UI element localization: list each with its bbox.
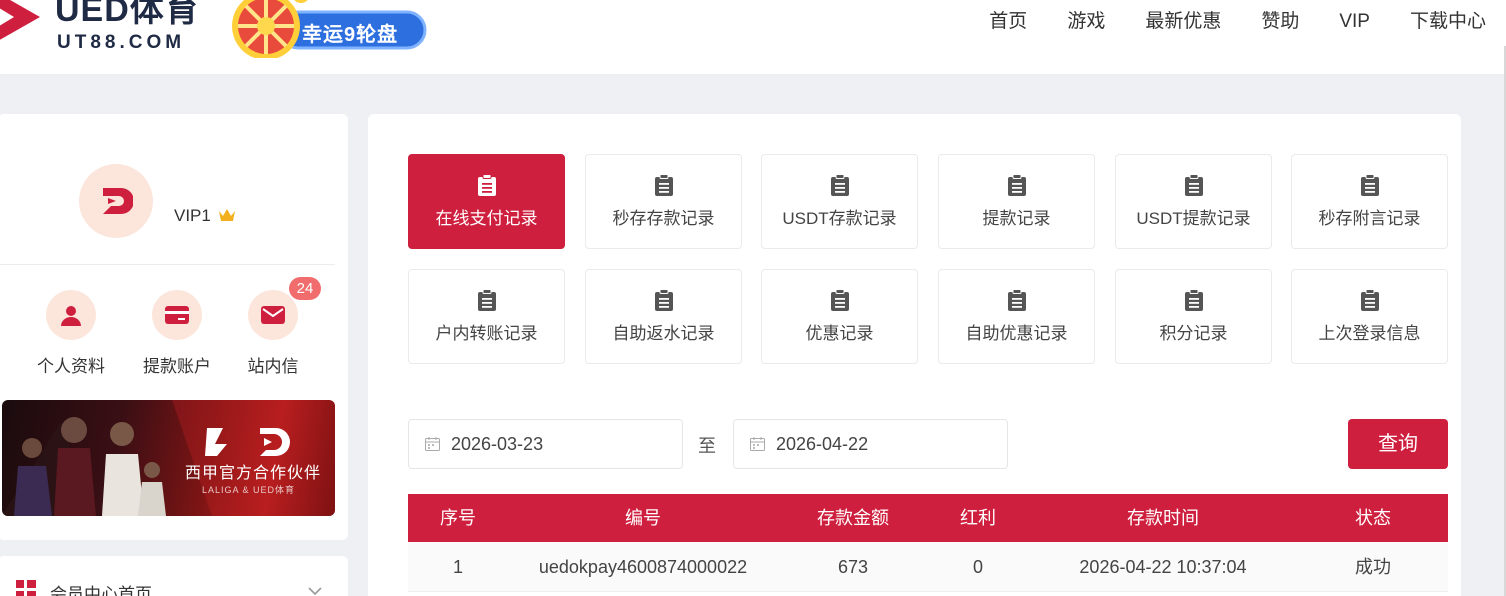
tab-online-payment[interactable]: 在线支付记录: [408, 154, 565, 249]
tab-usdt-deposit[interactable]: USDT存款记录: [761, 154, 918, 249]
nav-item-promotions[interactable]: 最新优惠: [1125, 0, 1241, 44]
cell-bonus: 0: [972, 557, 983, 577]
laliga-sponsor-banner[interactable]: 西甲官方合作伙伴 LALIGA & UED体育: [2, 400, 335, 516]
brand-avatar-icon: [103, 188, 133, 214]
clipboard-icon: [1360, 174, 1379, 196]
tab-internal-transfer[interactable]: 户内转账记录: [408, 269, 565, 364]
tab-label: 秒存存款记录: [612, 209, 715, 228]
nav-item-home[interactable]: 首页: [969, 0, 1047, 44]
tab-label: 户内转账记录: [435, 324, 538, 343]
tab-label: 优惠记录: [805, 324, 874, 343]
tab-self-rebate[interactable]: 自助返水记录: [585, 269, 742, 364]
query-button[interactable]: 查询: [1348, 419, 1448, 469]
cell-status: 成功: [1355, 557, 1391, 577]
tab-withdrawal[interactable]: 提款记录: [938, 154, 1095, 249]
nav-item-vip[interactable]: VIP: [1319, 0, 1390, 44]
top-header: UED体育 UT88.COM 幸运9轮盘 首页 游戏 最新优惠 赞助 VIP 下…: [0, 0, 1506, 74]
tab-label: USDT存款记录: [782, 209, 897, 228]
quick-link-label: 个人资料: [37, 357, 105, 376]
clipboard-icon: [1007, 174, 1026, 196]
tab-label: 自助返水记录: [612, 324, 715, 343]
cell-order-id: uedokpay4600874000022: [538, 557, 748, 577]
quick-link-messages[interactable]: 站内信: [228, 290, 318, 377]
avatar[interactable]: [79, 164, 153, 238]
nav-item-sponsorship[interactable]: 赞助: [1241, 0, 1319, 44]
brand-logo-icon[interactable]: [0, 0, 40, 50]
member-menu: 会员中心首页: [0, 556, 348, 596]
column-header-bonus: 红利: [960, 508, 996, 528]
clipboard-icon: [830, 289, 849, 311]
clipboard-icon: [1360, 289, 1379, 311]
tab-self-promotion[interactable]: 自助优惠记录: [938, 269, 1095, 364]
tab-label: 积分记录: [1159, 324, 1228, 343]
clipboard-icon: [654, 289, 673, 311]
clipboard-icon: [1184, 289, 1203, 311]
tab-label: 提款记录: [982, 209, 1051, 228]
message-count-badge: 24: [289, 277, 321, 300]
chevron-down-icon[interactable]: [308, 587, 322, 596]
tab-last-login[interactable]: 上次登录信息: [1291, 269, 1448, 364]
quick-link-withdraw-account[interactable]: 提款账户: [132, 290, 222, 377]
user-icon: [46, 290, 96, 340]
quick-link-label: 提款账户: [143, 357, 211, 376]
clipboard-icon: [477, 289, 496, 311]
tab-label: 自助优惠记录: [965, 324, 1068, 343]
divider: [0, 264, 335, 265]
crown-icon: [218, 209, 235, 221]
end-date-field[interactable]: 2026-04-22: [733, 419, 1008, 469]
nav-item-download[interactable]: 下载中心: [1390, 0, 1506, 44]
cell-deposit-time: 2026-04-22 10:37:04: [1079, 557, 1247, 577]
tab-promotion[interactable]: 优惠记录: [761, 269, 918, 364]
cell-index: 1: [452, 557, 463, 577]
menu-item-member-home[interactable]: 会员中心首页: [50, 580, 152, 596]
calendar-icon: [750, 437, 765, 451]
column-header-order-id: 编号: [625, 508, 661, 528]
clipboard-icon: [654, 174, 673, 196]
quick-link-profile[interactable]: 个人资料: [26, 290, 116, 377]
vip-level-label: VIP1: [174, 206, 211, 225]
end-date-value: 2026-04-22: [776, 434, 869, 454]
tab-points[interactable]: 积分记录: [1115, 269, 1272, 364]
calendar-icon: [425, 437, 440, 451]
start-date-value: 2026-03-23: [451, 434, 544, 454]
vip-level: VIP1: [174, 206, 236, 226]
tab-instant-deposit[interactable]: 秒存存款记录: [585, 154, 742, 249]
column-header-amount: 存款金额: [817, 508, 889, 528]
column-header-index: 序号: [440, 508, 476, 528]
mail-icon: [248, 290, 298, 340]
main-nav: 首页 游戏 最新优惠 赞助 VIP 下载中心: [969, 0, 1506, 44]
tab-label: 上次登录信息: [1318, 324, 1421, 343]
players-illustration-icon: [2, 400, 335, 516]
roulette-banner-text[interactable]: 幸运9轮盘: [302, 18, 398, 47]
tab-label: USDT提款记录: [1136, 209, 1251, 228]
quick-link-label: 站内信: [247, 357, 299, 376]
tab-usdt-withdrawal[interactable]: USDT提款记录: [1115, 154, 1272, 249]
card-icon: [152, 290, 202, 340]
tab-label: 秒存附言记录: [1318, 209, 1421, 228]
column-header-status: 状态: [1355, 508, 1391, 528]
tab-instant-remark[interactable]: 秒存附言记录: [1291, 154, 1448, 249]
clipboard-icon: [830, 174, 849, 196]
date-range-separator: 至: [698, 436, 716, 456]
table-header: 序号 编号 存款金额 红利 存款时间 状态: [408, 494, 1448, 542]
cell-amount: 673: [837, 557, 869, 577]
brand-domain: UT88.COM: [57, 32, 186, 53]
column-header-deposit-time: 存款时间: [1127, 508, 1199, 528]
table-row[interactable]: 1 uedokpay4600874000022 673 0 2026-04-22…: [408, 542, 1448, 592]
brand-name[interactable]: UED体育: [55, 0, 200, 30]
nav-item-games[interactable]: 游戏: [1047, 0, 1125, 44]
clipboard-icon: [477, 174, 496, 196]
sponsor-banner-title: 西甲官方合作伙伴: [185, 465, 322, 482]
clipboard-icon: [1007, 289, 1026, 311]
sponsor-banner-subtitle: LALIGA & UED体育: [202, 485, 296, 495]
tab-label: 在线支付记录: [435, 209, 538, 228]
clipboard-icon: [1184, 174, 1203, 196]
dashboard-icon: [16, 580, 36, 596]
start-date-field[interactable]: 2026-03-23: [408, 419, 683, 469]
